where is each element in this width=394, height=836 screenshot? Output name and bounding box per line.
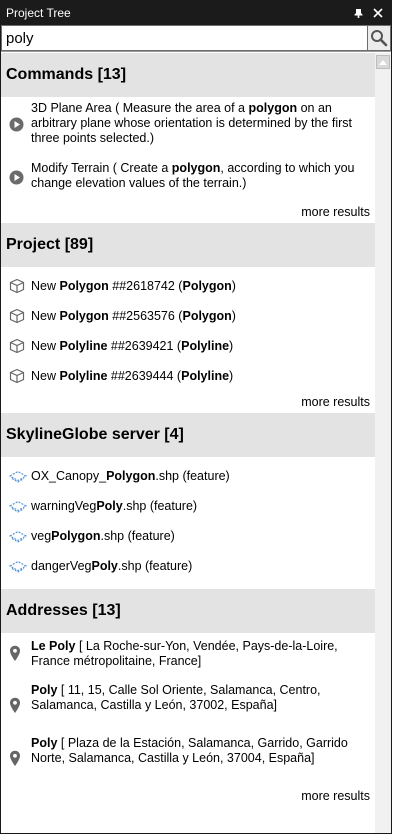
- search-row: [1, 25, 391, 52]
- more-results-link[interactable]: more results: [1, 391, 375, 413]
- project-item[interactable]: New Polygon ##2563576 (Polygon): [1, 301, 375, 331]
- item-text: New: [31, 308, 60, 323]
- scroll-up-arrow-icon[interactable]: [376, 55, 390, 69]
- command-match: polygon: [171, 161, 221, 175]
- item-text: ##2639421 (: [107, 338, 182, 353]
- address-text: [ Plaza de la Estación, Salamanca, Garri…: [31, 736, 348, 765]
- section-header-server: SkylineGlobe server [4]: [1, 413, 375, 457]
- results-area: Commands [13] 3D Plane Area ( Measure th…: [1, 53, 391, 833]
- item-text: New: [31, 368, 60, 383]
- item-match: Polyline: [181, 368, 230, 383]
- server-item[interactable]: OX_Canopy_Polygon.shp (feature): [1, 461, 375, 491]
- more-results-link[interactable]: more results: [1, 201, 375, 223]
- project-tree-panel: Project Tree Commands [13] 3D Plane Area…: [0, 0, 392, 834]
- project-item[interactable]: New Polygon ##2618742 (Polygon): [1, 271, 375, 301]
- map-pin-icon: [9, 639, 31, 662]
- section-header-project: Project [89]: [1, 223, 375, 267]
- item-text: .shp (feature): [117, 558, 193, 573]
- server-item[interactable]: vegPolygon.shp (feature): [1, 521, 375, 551]
- search-icon: [371, 30, 388, 47]
- server-item[interactable]: warningVegPoly.shp (feature): [1, 491, 375, 521]
- item-text: .shp (feature): [100, 528, 175, 543]
- item-text: ): [229, 368, 234, 383]
- panel-title: Project Tree: [6, 6, 71, 20]
- search-button[interactable]: [367, 25, 391, 51]
- item-text: New: [31, 338, 60, 353]
- address-name: Le Poly: [31, 639, 76, 653]
- play-icon: [9, 101, 31, 132]
- map-pin-icon: [9, 736, 31, 767]
- close-icon[interactable]: [371, 6, 385, 20]
- command-text: Modify Terrain ( Create a: [31, 161, 172, 175]
- section-header-commands: Commands [13]: [1, 53, 375, 97]
- item-text: ): [229, 338, 234, 353]
- section-header-addresses: Addresses [13]: [1, 589, 375, 633]
- pin-icon[interactable]: [351, 6, 365, 20]
- command-match: polygon: [248, 101, 298, 115]
- item-text: New: [31, 278, 60, 293]
- item-text: dangerVeg: [31, 558, 92, 573]
- more-results-link[interactable]: more results: [1, 785, 375, 807]
- item-match: Polygon: [182, 308, 232, 323]
- feature-layer-icon: [9, 551, 31, 581]
- command-text: 3D Plane Area ( Measure the area of a: [31, 101, 249, 115]
- item-match: Polygon: [182, 278, 232, 293]
- play-icon: [9, 161, 31, 185]
- feature-layer-icon: [9, 521, 31, 551]
- item-text: OX_Canopy_: [31, 468, 107, 483]
- map-pin-icon: [9, 683, 31, 714]
- address-item[interactable]: Poly [ Plaza de la Estación, Salamanca, …: [1, 732, 375, 785]
- item-match: Polygon: [51, 528, 101, 543]
- item-match: Poly: [96, 498, 123, 513]
- item-match: Polygon: [59, 308, 109, 323]
- project-item[interactable]: New Polyline ##2639444 (Polyline): [1, 361, 375, 391]
- item-text: .shp (feature): [155, 468, 230, 483]
- search-input[interactable]: [1, 25, 369, 51]
- feature-layer-icon: [9, 491, 31, 521]
- server-item[interactable]: dangerVegPoly.shp (feature): [1, 551, 375, 581]
- project-item[interactable]: New Polyline ##2639421 (Polyline): [1, 331, 375, 361]
- item-match: Polyline: [59, 368, 108, 383]
- item-text: ##2563576 (: [108, 308, 183, 323]
- item-match: Polygon: [106, 468, 156, 483]
- cube-icon: [9, 271, 31, 301]
- command-item[interactable]: 3D Plane Area ( Measure the area of a po…: [1, 97, 375, 157]
- address-name: Poly: [31, 683, 58, 697]
- item-text: warningVeg: [31, 498, 97, 513]
- address-item[interactable]: Le Poly [ La Roche-sur-Yon, Vendée, Pays…: [1, 633, 375, 679]
- cube-icon: [9, 361, 31, 391]
- address-text: [ 11, 15, Calle Sol Oriente, Salamanca, …: [31, 683, 321, 712]
- item-match: Polygon: [59, 278, 109, 293]
- address-name: Poly: [31, 736, 58, 750]
- cube-icon: [9, 301, 31, 331]
- item-match: Polyline: [181, 338, 230, 353]
- item-text: ##2618742 (: [108, 278, 183, 293]
- address-item[interactable]: Poly [ 11, 15, Calle Sol Oriente, Salama…: [1, 679, 375, 732]
- feature-layer-icon: [9, 461, 31, 491]
- item-text: ): [231, 308, 236, 323]
- vertical-scrollbar[interactable]: [375, 53, 391, 833]
- item-text: ##2639444 (: [107, 368, 182, 383]
- item-match: Poly: [91, 558, 118, 573]
- cube-icon: [9, 331, 31, 361]
- item-text: ): [231, 278, 236, 293]
- address-text: [ La Roche-sur-Yon, Vendée, Pays-de-la-L…: [31, 639, 338, 668]
- command-item[interactable]: Modify Terrain ( Create a polygon, accor…: [1, 157, 375, 201]
- title-bar: Project Tree: [1, 1, 391, 25]
- item-text: veg: [31, 528, 52, 543]
- results-list: Commands [13] 3D Plane Area ( Measure th…: [1, 53, 375, 807]
- item-text: .shp (feature): [122, 498, 198, 513]
- item-match: Polyline: [59, 338, 108, 353]
